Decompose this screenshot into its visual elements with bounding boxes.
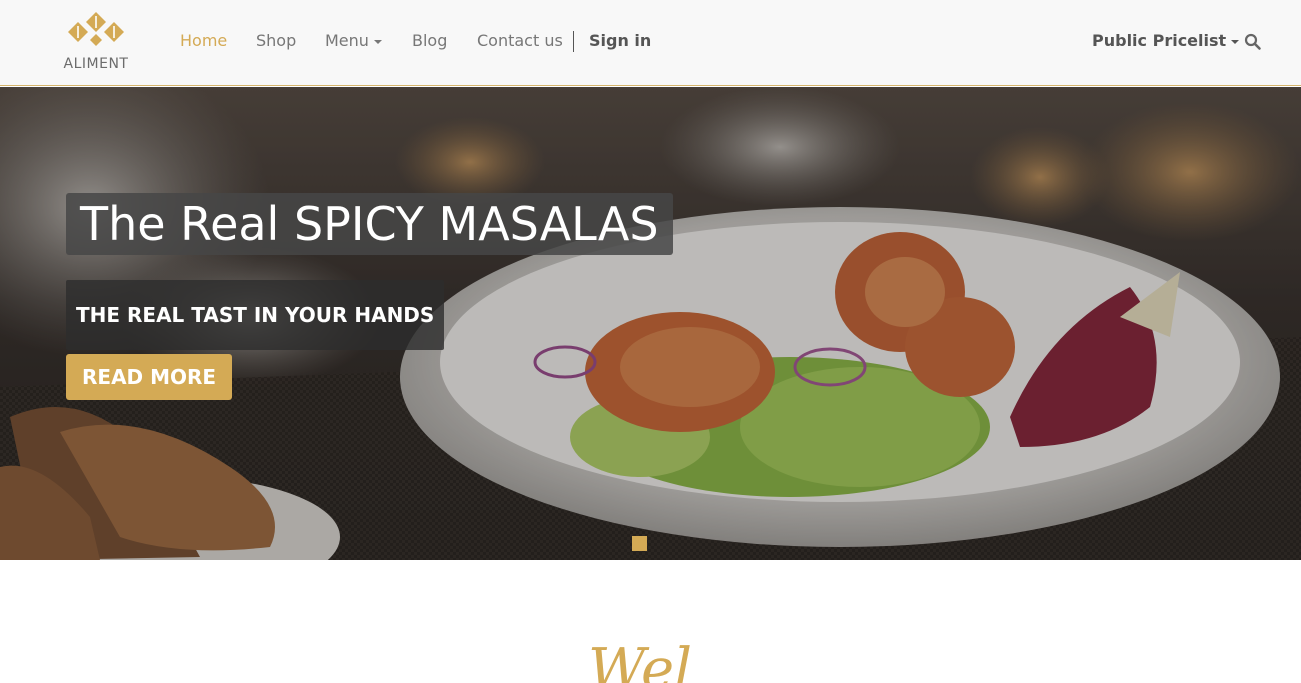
- nav-home[interactable]: Home: [180, 31, 227, 51]
- search-icon[interactable]: [1244, 33, 1262, 51]
- hero-title: The Real SPICY MASALAS: [66, 193, 673, 255]
- brand-name: ALIMENT: [63, 56, 129, 72]
- nav-menu-dropdown[interactable]: Menu: [325, 31, 382, 51]
- caret-down-icon: [1231, 39, 1240, 44]
- nav-contact-us[interactable]: Contact us: [477, 31, 563, 51]
- caret-down-icon: [373, 39, 382, 44]
- nav-menu-label: Menu: [325, 31, 369, 50]
- hero-carousel: The Real SPICY MASALAS THE REAL TAST IN …: [0, 87, 1301, 560]
- nav-divider: [573, 31, 574, 52]
- hero-subtitle: THE REAL TAST IN YOUR HANDS: [66, 280, 445, 350]
- carousel-indicator-active[interactable]: [632, 536, 647, 551]
- nav-shop[interactable]: Shop: [256, 31, 296, 51]
- nav-sign-in[interactable]: Sign in: [589, 31, 651, 51]
- top-navbar: ALIMENT Home Shop Menu Blog Contact us S…: [0, 0, 1301, 86]
- nav-blog[interactable]: Blog: [412, 31, 447, 51]
- read-more-button[interactable]: READ MORE: [66, 354, 233, 400]
- logo-icon: [68, 12, 124, 46]
- pricelist-label: Public Pricelist: [1092, 31, 1227, 50]
- brand-logo[interactable]: ALIMENT: [57, 10, 135, 74]
- section-heading: Wel: [588, 640, 693, 683]
- pricelist-dropdown[interactable]: Public Pricelist: [1092, 31, 1240, 51]
